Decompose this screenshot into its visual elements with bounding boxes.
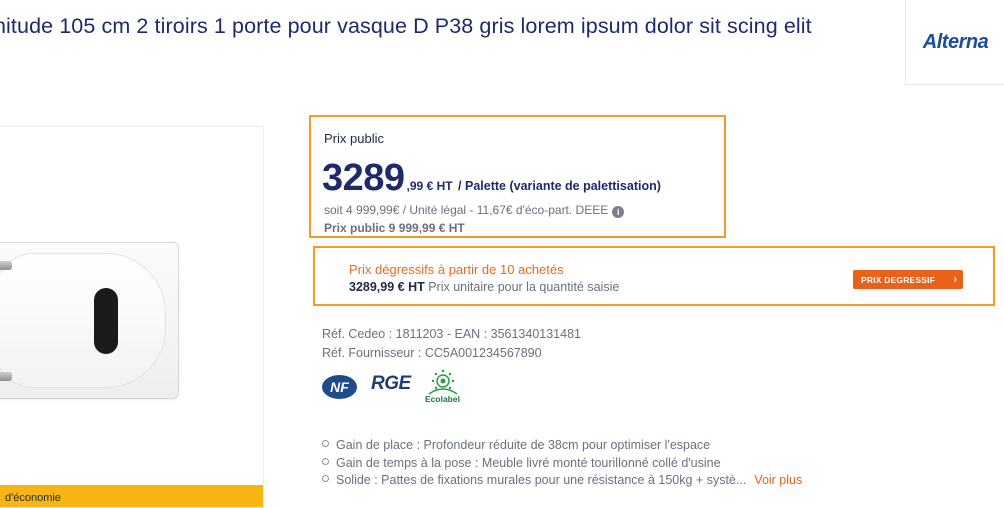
- degressive-description: Prix unitaire pour la quantité saisie: [424, 280, 620, 294]
- degressive-price-button[interactable]: PRIX DEGRESSIF ›: [853, 270, 963, 289]
- chrome-handle-bottom: [0, 372, 12, 381]
- list-item: Gain de place : Profondeur réduite de 38…: [322, 437, 802, 455]
- supplier-reference: Réf. Fournisseur : CC5A001234567890: [322, 345, 542, 360]
- feature-list: Gain de place : Profondeur réduite de 38…: [322, 437, 802, 490]
- ecolabel-label: Ecolabel: [425, 394, 460, 404]
- chrome-handle-top: [0, 261, 12, 270]
- bullet-icon: [322, 457, 329, 465]
- main-price: 3289,99 € HT / Palette (variante de pale…: [322, 157, 661, 200]
- bullet-icon: [322, 440, 329, 447]
- degressive-button-label: PRIX DEGRESSIF: [861, 274, 936, 285]
- info-icon[interactable]: i: [612, 206, 625, 218]
- bathtub-product-image: [0, 242, 179, 399]
- price-box: Prix public 3289,99 € HT / Palette (vari…: [309, 115, 726, 238]
- degressive-title: Prix dégressifs à partir de 10 achetés: [349, 262, 564, 277]
- chevron-right-icon: ›: [953, 274, 957, 285]
- cedeo-reference: Réf. Cedeo : 1811203 - EAN : 35613401314…: [322, 327, 581, 341]
- brand-logo: Alterna: [922, 30, 989, 53]
- price-decimals: ,99 € HT: [406, 179, 453, 193]
- degressive-detail: 3289,99 € HT Prix unitaire pour la quant…: [349, 280, 619, 294]
- list-item: Gain de temps à la pose : Meuble livré m…: [322, 455, 802, 473]
- bullet-icon: [322, 475, 329, 482]
- degressive-price: 3289,99 € HT: [349, 280, 425, 294]
- price-unit: / Palette (variante de palettisation): [454, 179, 661, 193]
- eco-badge: d'économie: [0, 485, 263, 507]
- product-references: Réf. Cedeo : 1811203 - EAN : 35613401314…: [322, 325, 581, 362]
- public-price: Prix public 9 999,99 € HT: [324, 221, 465, 235]
- brand-logo-box[interactable]: Alterna: [905, 0, 1004, 85]
- see-more-link[interactable]: Voir plus: [754, 473, 802, 487]
- product-image-panel[interactable]: d'économie: [0, 126, 264, 508]
- price-integer: 3289: [322, 157, 405, 199]
- black-headrest: [94, 288, 118, 354]
- unit-price-detail: soit 4 999,99€ / Unité légal - 11,67€ d'…: [324, 203, 625, 218]
- ecolabel-icon: Ecolabel: [425, 368, 461, 408]
- list-item: Solide : Pattes de fixations murales pou…: [322, 472, 802, 490]
- unit-price-text: soit 4 999,99€ / Unité légal - 11,67€ d'…: [324, 203, 609, 217]
- ecolabel-flower-icon: [428, 369, 458, 395]
- rge-certification-icon: RGE: [371, 373, 411, 394]
- price-label: Prix public: [324, 131, 384, 146]
- nf-certification-icon: NF: [322, 375, 357, 399]
- product-title: nitude 105 cm 2 tiroirs 1 porte pour vas…: [0, 14, 812, 38]
- degressive-price-box: Prix dégressifs à partir de 10 achetés 3…: [313, 246, 995, 306]
